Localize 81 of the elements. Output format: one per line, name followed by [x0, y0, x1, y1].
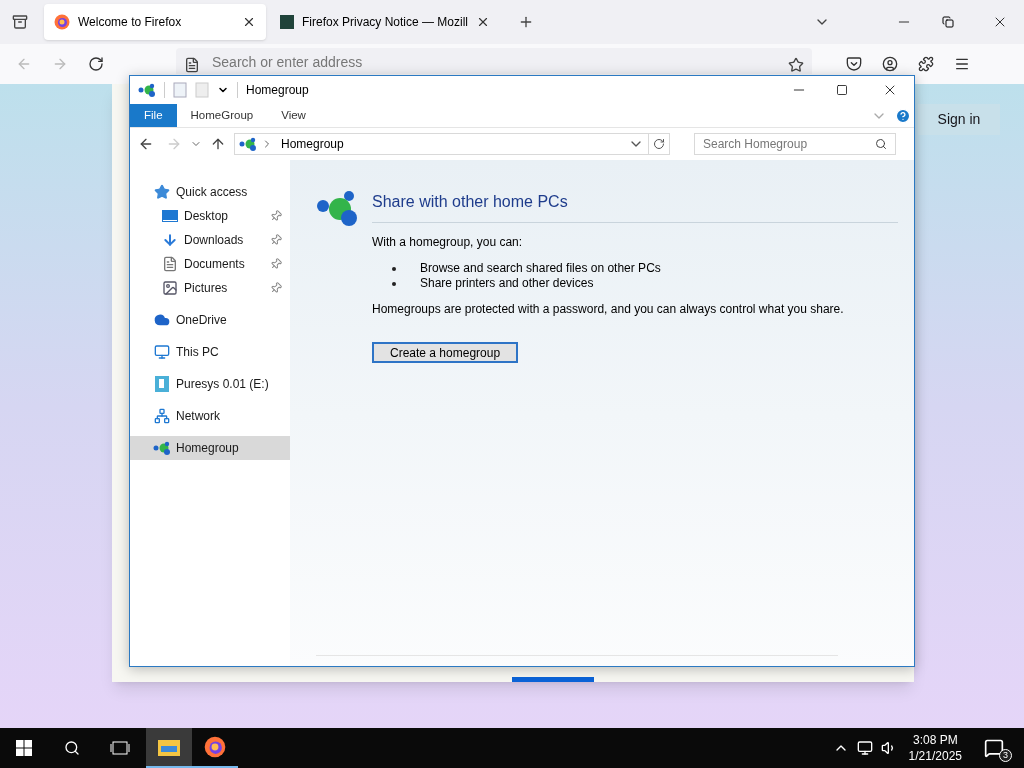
- task-view-icon[interactable]: [110, 741, 130, 755]
- tab-title: Firefox Privacy Notice — Mozill: [302, 14, 469, 31]
- address-field[interactable]: Search or enter address: [176, 48, 812, 74]
- nav-item[interactable]: Quick access: [130, 180, 290, 204]
- ribbon-tab[interactable]: File: [130, 104, 177, 127]
- intro-text: With a homegroup, you can:: [372, 234, 524, 251]
- up-icon[interactable]: [210, 136, 226, 152]
- nav-item[interactable]: OneDrive: [130, 308, 290, 332]
- notification-count: 3: [999, 749, 1012, 762]
- help-icon[interactable]: [895, 107, 911, 124]
- nav-label: Puresys 0.01 (E:): [176, 376, 270, 393]
- close-icon[interactable]: [242, 15, 256, 29]
- monitor-icon: [154, 344, 170, 360]
- windows-logo-icon[interactable]: [16, 740, 32, 756]
- nav-label: OneDrive: [176, 312, 228, 329]
- nav-label: This PC: [176, 344, 220, 361]
- clock[interactable]: 3:08 PM 1/21/2025: [904, 732, 966, 764]
- homegroup-icon: [153, 441, 171, 455]
- page-icon: [184, 57, 200, 73]
- ribbon-tab[interactable]: View: [267, 104, 320, 127]
- page-icon: [280, 15, 294, 29]
- folder-icon: [158, 738, 180, 756]
- bullet-icon: [392, 267, 396, 271]
- tab-title: Welcome to Firefox: [78, 14, 183, 31]
- bullet-icon: [392, 282, 396, 286]
- back-icon[interactable]: [138, 136, 154, 152]
- homegroup-icon: [138, 83, 156, 97]
- firefox-icon: [204, 736, 226, 758]
- nav-item[interactable]: Network: [130, 404, 290, 428]
- nav-label: Desktop: [184, 208, 230, 225]
- nav-item[interactable]: Desktop: [130, 204, 290, 228]
- bookmark-icon[interactable]: [788, 57, 804, 73]
- nav-item[interactable]: This PC: [130, 340, 290, 364]
- window-title: Homegroup: [246, 82, 310, 99]
- address-text: Homegroup: [281, 136, 345, 153]
- nav-label: Downloads: [184, 232, 245, 249]
- nav-label: Documents: [184, 256, 246, 273]
- network-icon: [154, 408, 170, 424]
- feature-text: Share printers and other devices: [420, 276, 594, 291]
- taskbar-app[interactable]: [146, 728, 192, 768]
- search-icon[interactable]: [64, 740, 80, 756]
- search-icon: [875, 138, 887, 150]
- restore-button[interactable]: [942, 16, 954, 28]
- nav-item[interactable]: Puresys 0.01 (E:): [130, 372, 290, 396]
- drive-icon: [155, 376, 169, 392]
- download-icon: [162, 232, 178, 248]
- nav-label: Homegroup: [176, 440, 240, 457]
- firefox-icon: [54, 14, 70, 30]
- nav-label: Pictures: [184, 280, 229, 297]
- nav-label: Network: [176, 408, 221, 425]
- info-text: Homegroups are protected with a password, and you can always control what you share.: [372, 301, 845, 318]
- firefox-view-icon[interactable]: [12, 14, 28, 30]
- nav-label: Quick access: [176, 184, 249, 201]
- pocket-icon[interactable]: [846, 56, 862, 72]
- search-field[interactable]: Search Homegroup: [694, 133, 896, 155]
- section-heading: Share with other home PCs: [372, 190, 898, 223]
- nav-item[interactable]: Pictures: [130, 276, 290, 300]
- extensions-icon[interactable]: [918, 56, 934, 72]
- homegroup-icon: [239, 137, 257, 151]
- address-bar[interactable]: Homegroup: [234, 133, 670, 155]
- nav-item[interactable]: Documents: [130, 252, 290, 276]
- maximize-button[interactable]: [836, 84, 848, 96]
- cloud-icon: [154, 312, 170, 328]
- document-icon: [162, 256, 178, 272]
- notifications-icon[interactable]: [984, 738, 1004, 758]
- ribbon-tab[interactable]: HomeGroup: [176, 104, 268, 127]
- nav-item[interactable]: Downloads: [130, 228, 290, 252]
- star-icon: [154, 184, 170, 200]
- account-icon[interactable]: [882, 56, 898, 72]
- menu-icon[interactable]: [954, 56, 970, 72]
- sign-in-button[interactable]: Sign in: [918, 104, 1000, 135]
- browser-tab[interactable]: Firefox Privacy Notice — Mozill: [270, 4, 501, 40]
- feature-text: Browse and search shared files on other PCs: [420, 261, 661, 276]
- picture-icon: [162, 280, 178, 296]
- nav-item[interactable]: Homegroup: [130, 436, 290, 460]
- reload-icon[interactable]: [88, 56, 104, 72]
- refresh-icon[interactable]: [653, 138, 665, 150]
- create-homegroup-button[interactable]: Create a homegroup: [372, 342, 519, 363]
- desktop-icon: [162, 209, 178, 223]
- browser-tab[interactable]: Welcome to Firefox: [44, 4, 266, 40]
- network-icon[interactable]: [856, 740, 873, 756]
